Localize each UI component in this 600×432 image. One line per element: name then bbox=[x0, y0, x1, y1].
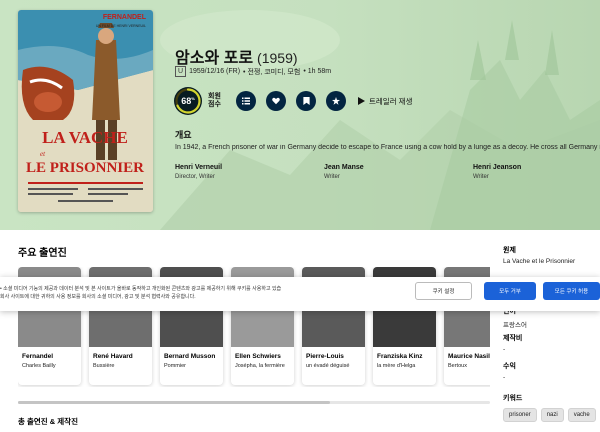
rate-it-button[interactable] bbox=[326, 91, 346, 111]
keyword-list: prisoner nazi vache bbox=[503, 408, 596, 422]
play-trailer-button[interactable]: 트레일러 재생 bbox=[358, 96, 412, 107]
add-to-list-button[interactable] bbox=[236, 91, 256, 111]
cookie-consent-banner: • 소셜 미디어 기능의 제공과 데이터 분석 및 본 사이트가 올바로 동작하… bbox=[0, 277, 600, 311]
fact-value: - bbox=[503, 374, 506, 381]
cast-name[interactable]: Pierre-Louis bbox=[302, 347, 365, 360]
cast-character: un évadé déguisé bbox=[306, 363, 350, 369]
budget-fact: 제작비 - bbox=[503, 333, 598, 353]
cast-name[interactable]: Maurice Nasil bbox=[444, 347, 490, 360]
svg-text:LE PRISONNIER: LE PRISONNIER bbox=[26, 160, 144, 176]
original-title-fact: 원제 La Vache et le Prisonnier bbox=[503, 245, 598, 265]
top-billed-cast-heading: 주요 출연진 bbox=[18, 248, 67, 259]
release-date: 1959/12/16 (FR) bbox=[189, 68, 241, 75]
cast-character: Charles Bailly bbox=[22, 363, 56, 369]
cast-name[interactable]: Fernandel bbox=[18, 347, 81, 360]
movie-facts: U 1959/12/16 (FR) • 전쟁, 코미디, 모험 • 1h 58m bbox=[175, 66, 331, 77]
user-score-value: 68% bbox=[181, 96, 195, 106]
list-icon bbox=[242, 97, 250, 105]
fact-value: - bbox=[503, 346, 506, 353]
keyword-tag[interactable]: vache bbox=[567, 408, 596, 422]
fact-label: 원제 bbox=[503, 247, 516, 254]
user-score-label: 회원 점수 bbox=[208, 93, 221, 108]
mark-favorite-button[interactable] bbox=[266, 91, 286, 111]
keyword-tag[interactable]: prisoner bbox=[503, 408, 537, 422]
cookie-settings-button[interactable]: 쿠키 설정 bbox=[415, 282, 472, 300]
play-icon bbox=[358, 97, 365, 105]
keywords-heading-wrap: 키워드 bbox=[503, 393, 598, 403]
cookie-message: • 소셜 미디어 기능의 제공과 데이터 분석 및 본 사이트가 올바로 동작하… bbox=[0, 285, 405, 301]
genres: • 전쟁, 코미디, 모험 bbox=[243, 68, 301, 76]
crew-name[interactable]: Jean Manse bbox=[324, 164, 364, 171]
cast-name[interactable]: Franziska Kinz bbox=[373, 347, 436, 360]
svg-text:UN FILM DE HENRI VERNEUIL: UN FILM DE HENRI VERNEUIL bbox=[96, 24, 146, 28]
cast-name[interactable]: Bernard Musson bbox=[160, 347, 223, 360]
release-year: (1959) bbox=[257, 50, 298, 66]
cast-scrollbar[interactable] bbox=[18, 401, 490, 404]
full-cast-crew-link[interactable]: 총 출연진 & 제작진 bbox=[18, 416, 78, 427]
bookmark-icon bbox=[302, 97, 310, 105]
overview-heading: 개요 bbox=[175, 130, 192, 140]
svg-text:LA VACHE: LA VACHE bbox=[42, 128, 128, 147]
fact-value: La Vache et le Prisonnier bbox=[503, 258, 576, 265]
cookie-message-line: 회사 사이트에 대한 귀하의 사용 정보를 회사의 소셜 미디어, 광고 및 분… bbox=[0, 294, 196, 300]
crew-member: Henri Jeanson Writer bbox=[473, 164, 521, 180]
heart-icon bbox=[272, 97, 280, 105]
keyword-tag[interactable]: nazi bbox=[540, 408, 564, 422]
scrollbar-thumb[interactable] bbox=[18, 401, 330, 404]
user-score-chart[interactable]: 68% bbox=[174, 87, 202, 115]
crew-member: Henri Verneuil Director, Writer bbox=[175, 164, 222, 180]
movie-poster[interactable]: FERNANDEL UN FILM DE HENRI VERNEUIL LA V… bbox=[18, 10, 153, 212]
keywords-heading: 키워드 bbox=[503, 395, 523, 402]
svg-text:FERNANDEL: FERNANDEL bbox=[103, 14, 147, 21]
accept-all-cookies-button[interactable]: 모든 쿠키 허용 bbox=[543, 282, 600, 300]
reject-all-button[interactable]: 모두 거부 bbox=[484, 282, 536, 300]
hero-header: FERNANDEL UN FILM DE HENRI VERNEUIL LA V… bbox=[0, 0, 600, 230]
runtime: • 1h 58m bbox=[303, 68, 332, 75]
cast-character: Bertoux bbox=[448, 363, 467, 369]
crew-role: Writer bbox=[473, 174, 489, 180]
cast-name[interactable]: Ellen Schwiers bbox=[231, 347, 294, 360]
cast-character: Pommier bbox=[164, 363, 187, 369]
fact-label: 수익 bbox=[503, 363, 516, 370]
cast-name[interactable]: René Havard bbox=[89, 347, 152, 360]
fact-value: 프랑스어 bbox=[503, 322, 527, 329]
star-icon bbox=[332, 97, 340, 105]
movie-title[interactable]: 암소와 포로 bbox=[175, 44, 253, 68]
cast-character: la mère d'Helga bbox=[377, 363, 416, 369]
title-row: 암소와 포로 (1959) bbox=[175, 44, 298, 68]
fact-label: 제작비 bbox=[503, 335, 523, 342]
revenue-fact: 수익 - bbox=[503, 361, 598, 381]
overview-text: In 1942, a French prisoner of war in Ger… bbox=[175, 144, 600, 151]
crew-member: Jean Manse Writer bbox=[324, 164, 364, 180]
play-trailer-label: 트레일러 재생 bbox=[369, 96, 413, 106]
cookie-message-line: • 소셜 미디어 기능의 제공과 데이터 분석 및 본 사이트가 올바로 동작하… bbox=[0, 286, 282, 292]
add-watchlist-button[interactable] bbox=[296, 91, 316, 111]
crew-role: Writer bbox=[324, 174, 340, 180]
poster-artwork: FERNANDEL UN FILM DE HENRI VERNEUIL LA V… bbox=[18, 10, 153, 212]
cast-character: Bussière bbox=[93, 363, 115, 369]
crew-name[interactable]: Henri Verneuil bbox=[175, 164, 222, 171]
certification-badge: U bbox=[175, 66, 187, 77]
action-bar: 68% 회원 점수 트레일러 재생 bbox=[174, 87, 412, 115]
cast-character: Josépha, la fermière bbox=[235, 363, 285, 369]
crew-name[interactable]: Henri Jeanson bbox=[473, 164, 521, 171]
crew-role: Director, Writer bbox=[175, 174, 215, 180]
